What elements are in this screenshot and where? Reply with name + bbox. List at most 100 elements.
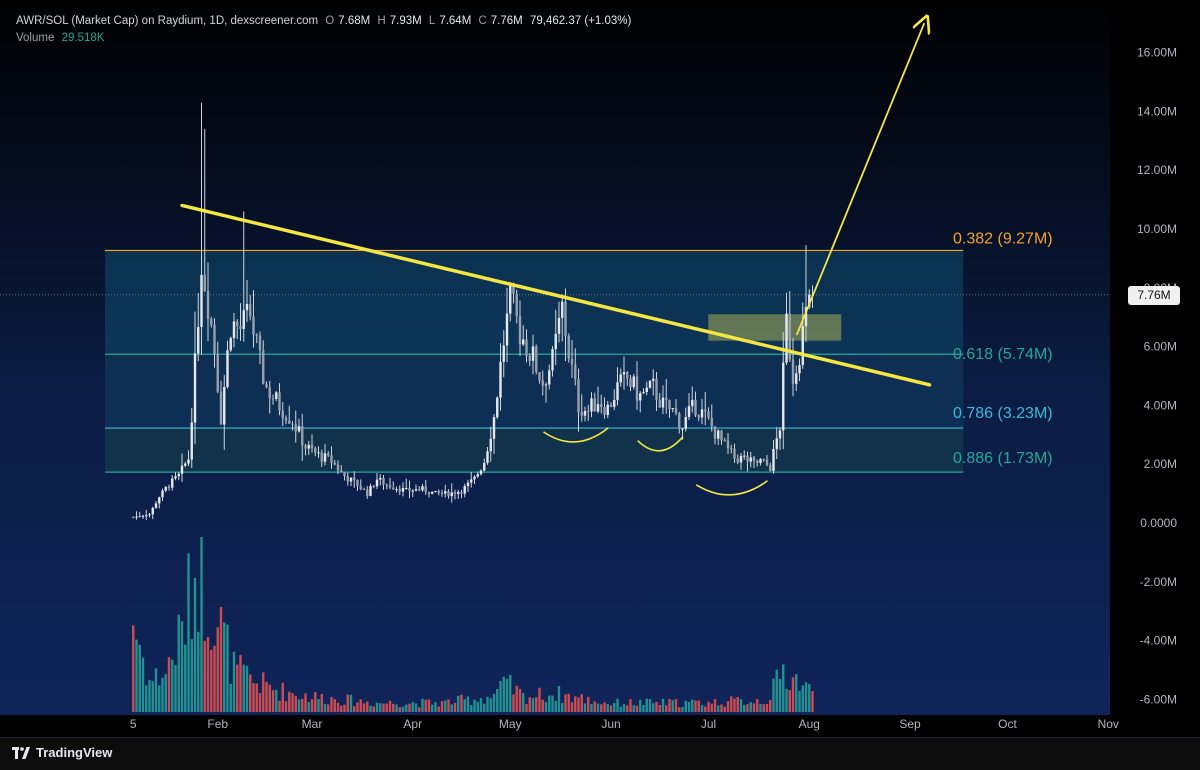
candle-body: [167, 487, 171, 489]
volume-bar: [463, 699, 466, 712]
candle-body: [525, 339, 528, 357]
volume-bar: [509, 674, 512, 712]
candle-body: [275, 392, 278, 399]
symbol-title: AWR/SOL (Market Cap) on Raydium, 1D, dex…: [16, 15, 319, 27]
candle-body: [216, 354, 219, 392]
price-chart[interactable]: 16.00M14.00M12.00M10.00M8.00M6.00M4.00M2…: [0, 0, 1200, 770]
volume-bar: [323, 703, 327, 712]
candle-body: [515, 293, 518, 317]
volume-bar: [245, 665, 249, 712]
volume-bar: [262, 672, 265, 712]
candle-body: [535, 346, 538, 373]
candle-body: [327, 453, 330, 456]
candle-body: [635, 376, 639, 401]
candle-body: [245, 303, 249, 311]
volume-bar: [749, 702, 752, 712]
candle-body: [382, 477, 385, 485]
candle-body: [135, 516, 138, 518]
volume-bar: [642, 705, 645, 712]
volume-bar: [177, 614, 180, 712]
x-axis-tick: Jun: [601, 717, 620, 731]
volume-bar: [691, 699, 694, 712]
volume-bar: [668, 698, 671, 712]
volume-bar: [310, 699, 314, 712]
volume-bar: [284, 701, 288, 712]
candle-body: [197, 326, 200, 354]
candle-body: [232, 321, 236, 339]
volume-bar: [600, 704, 603, 712]
open-label: O: [325, 15, 335, 27]
candle-body: [522, 339, 525, 345]
volume-bar: [411, 702, 414, 712]
candle-body: [736, 458, 739, 463]
candle-body: [671, 408, 674, 410]
x-axis-tick: Mar: [302, 717, 323, 731]
volume-bar: [606, 703, 609, 712]
volume-bar: [736, 697, 739, 712]
volume-bar: [746, 704, 749, 712]
fib-zone: [105, 428, 964, 473]
volume-bar: [408, 703, 411, 712]
candle-body: [775, 438, 778, 449]
volume-bar: [479, 698, 483, 712]
volume-bar: [281, 682, 284, 712]
candle-body: [262, 350, 265, 384]
candle-body: [743, 455, 746, 457]
volume-bar: [268, 684, 271, 712]
candle-body: [434, 490, 437, 492]
candle-body: [782, 362, 785, 431]
candle-body: [453, 492, 457, 494]
candle-body: [450, 492, 453, 497]
volume-bar: [609, 705, 613, 712]
volume-bar: [496, 689, 499, 712]
candle-body: [583, 410, 587, 416]
volume-bar: [278, 700, 281, 712]
candle-body: [629, 378, 632, 388]
candle-body: [554, 333, 557, 350]
candle-body: [642, 392, 645, 394]
tradingview-logo[interactable]: TradingView: [12, 745, 112, 760]
volume-bar: [632, 705, 635, 712]
y-axis-tick: 16.00M: [1137, 46, 1177, 60]
volume-bar: [720, 704, 723, 712]
candle-body: [398, 489, 401, 492]
candle-body: [265, 383, 268, 388]
volume-bar: [505, 678, 509, 712]
volume-bar: [369, 705, 372, 712]
candle-body: [437, 490, 440, 494]
volume-bar: [580, 694, 583, 712]
candle-body: [291, 423, 294, 425]
candle-body: [762, 458, 765, 460]
y-axis-tick: 14.00M: [1137, 104, 1177, 118]
volume-bar: [249, 674, 252, 712]
candle-body: [769, 464, 772, 471]
candle-body: [460, 492, 463, 494]
x-axis-tick: Jul: [701, 717, 716, 731]
candle-body: [141, 515, 145, 517]
volume-bar: [421, 698, 424, 712]
candle-body: [749, 457, 752, 462]
candle-body: [297, 426, 301, 432]
candle-body: [674, 408, 678, 414]
candle-body: [314, 448, 317, 453]
volume-bar: [223, 622, 226, 712]
volume-bar: [674, 699, 678, 712]
volume-bar: [762, 704, 765, 712]
volume-bar: [193, 577, 197, 712]
candle-body: [509, 283, 512, 314]
candle-body: [596, 404, 600, 412]
candle-body: [440, 493, 444, 495]
candle-body: [187, 459, 190, 464]
volume-bar: [603, 702, 606, 712]
candle-body: [528, 356, 531, 361]
candle-body: [278, 392, 281, 411]
volume-bar: [557, 685, 561, 712]
close-value: 7.76M: [490, 15, 523, 27]
volume-bar: [437, 706, 440, 712]
volume-bar: [379, 703, 382, 712]
volume-bar: [756, 699, 759, 712]
candle-body: [665, 397, 668, 401]
candle-body: [281, 410, 284, 419]
volume-bar: [418, 707, 421, 712]
volume-bar: [239, 655, 242, 712]
